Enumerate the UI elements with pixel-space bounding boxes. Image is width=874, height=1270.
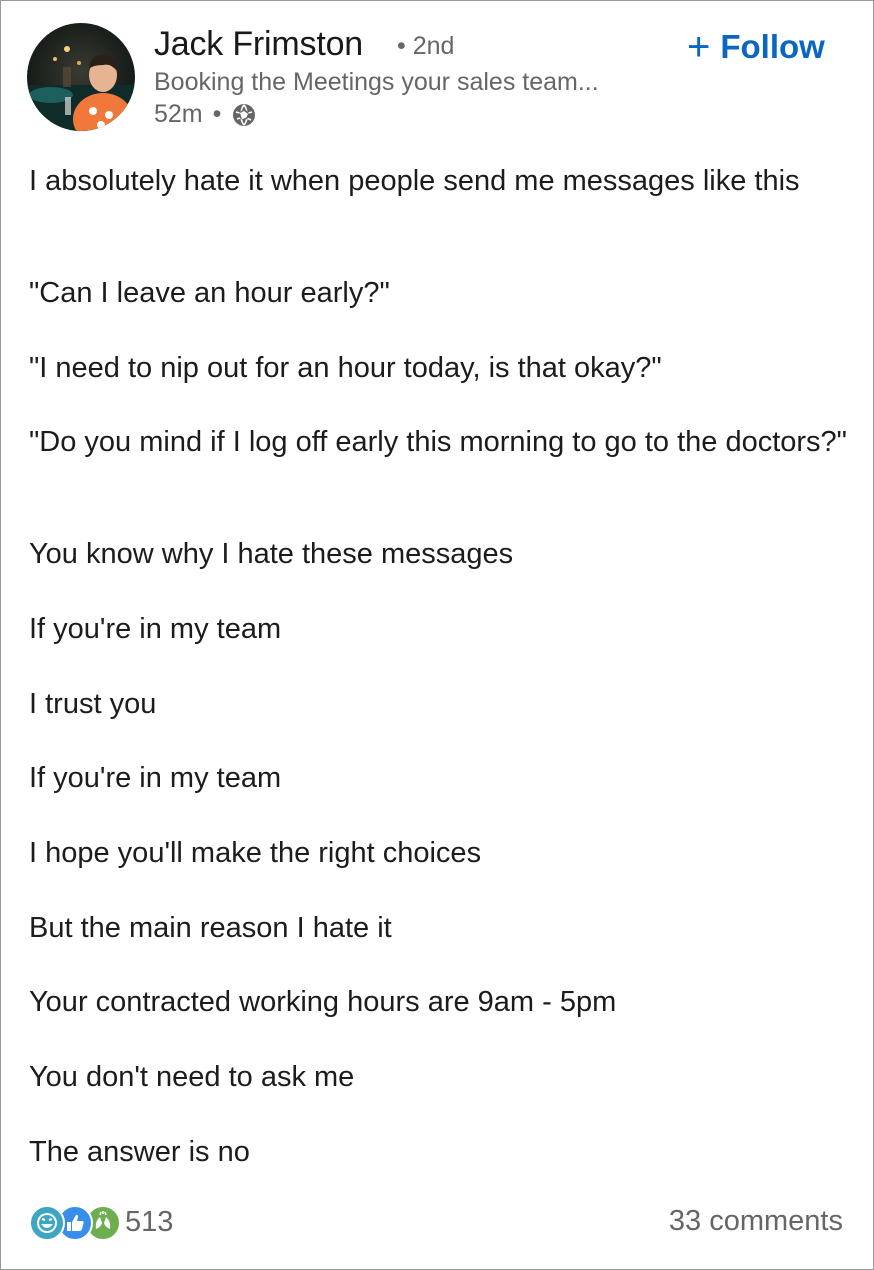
author-avatar[interactable] <box>27 23 135 131</box>
post-paragraph: Your contracted working hours are 9am - … <box>29 986 617 1018</box>
globe-icon <box>231 102 257 128</box>
follow-button[interactable]: + Follow <box>687 27 825 67</box>
post-paragraph: You don't need to ask me <box>29 1061 355 1093</box>
post-paragraph: You know why I hate these messages <box>29 538 514 570</box>
reactions-summary[interactable]: 513 <box>29 1205 174 1241</box>
post-time: 52m <box>154 100 203 128</box>
post-paragraph: I trust you <box>29 688 157 720</box>
post-meta: 52m • <box>154 100 257 129</box>
post-paragraph: I hope you'll make the right choices <box>29 837 482 869</box>
post-paragraph: But the main reason I hate it <box>29 912 392 944</box>
funny-icon <box>29 1205 65 1241</box>
post-paragraph: I absolutely hate it when people send me… <box>29 165 800 197</box>
author-name[interactable]: Jack Frimston <box>154 25 363 64</box>
meta-separator: • <box>212 100 222 128</box>
post-paragraph: If you're in my team <box>29 613 282 645</box>
connection-degree: • 2nd <box>397 32 455 60</box>
reaction-icons <box>29 1205 123 1241</box>
post-paragraph: "Can I leave an hour early?" <box>29 277 390 309</box>
reaction-count: 513 <box>125 1205 174 1238</box>
comments-count[interactable]: 33 comments <box>669 1205 843 1238</box>
follow-label: Follow <box>720 28 825 65</box>
post-paragraph: "I need to nip out for an hour today, is… <box>29 352 662 384</box>
author-headline: Booking the Meetings your sales team... <box>154 68 599 96</box>
post-paragraph: If you're in my team <box>29 762 282 794</box>
post-paragraph: "Do you mind if I log off early this mor… <box>29 426 847 458</box>
post-paragraph: The answer is no <box>29 1136 250 1168</box>
post-card: Jack Frimston • 2nd Booking the Meetings… <box>0 0 874 1270</box>
avatar-photo <box>27 23 135 131</box>
plus-icon: + <box>687 25 711 69</box>
